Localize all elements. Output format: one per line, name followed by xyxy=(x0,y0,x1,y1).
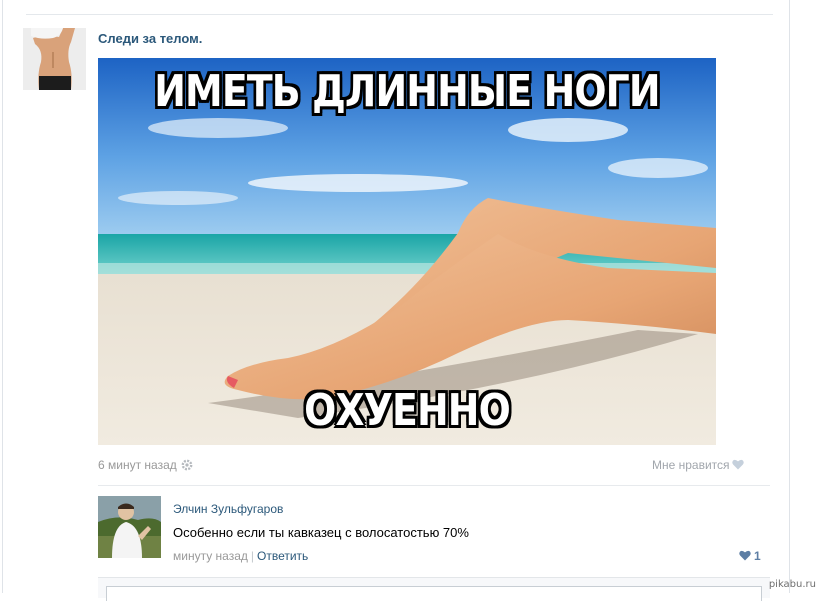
post-author[interactable]: Следи за телом. xyxy=(98,31,202,46)
comments-divider xyxy=(98,485,770,486)
reply-link[interactable]: Ответить xyxy=(257,549,308,563)
comment-like-button[interactable]: 1 xyxy=(739,549,761,563)
meme-top-text: ИМЕТЬ ДЛИННЫЕ НОГИ xyxy=(154,66,660,117)
meta-separator: | xyxy=(250,549,255,563)
comment-like-count: 1 xyxy=(754,549,761,563)
community-avatar[interactable] xyxy=(23,28,86,90)
reply-box xyxy=(98,577,770,601)
heart-icon xyxy=(739,550,751,561)
post-time[interactable]: 6 минут назад xyxy=(98,458,177,472)
post-like-button[interactable]: Мне нравится xyxy=(652,458,744,472)
top-divider xyxy=(26,14,773,15)
comment-meta: минуту назад | Ответить xyxy=(173,549,308,563)
heart-icon xyxy=(731,459,744,470)
post-time-row: 6 минут назад xyxy=(98,458,193,472)
commenter-avatar[interactable] xyxy=(98,496,161,558)
like-label: Мне нравится xyxy=(652,458,730,472)
meme-bottom-text: ОХУЕННО xyxy=(304,385,511,436)
comment-author[interactable]: Элчин Зульфугаров xyxy=(173,502,283,516)
watermark: pikabu.ru xyxy=(768,579,816,590)
reply-input[interactable] xyxy=(106,586,762,601)
comment-text: Особенно если ты кавказец с волосатостью… xyxy=(173,525,469,540)
gear-icon[interactable] xyxy=(181,459,193,471)
comment-time[interactable]: минуту назад xyxy=(173,549,248,563)
post-image[interactable]: ИМЕТЬ ДЛИННЫЕ НОГИ ОХУЕННО xyxy=(98,58,716,445)
